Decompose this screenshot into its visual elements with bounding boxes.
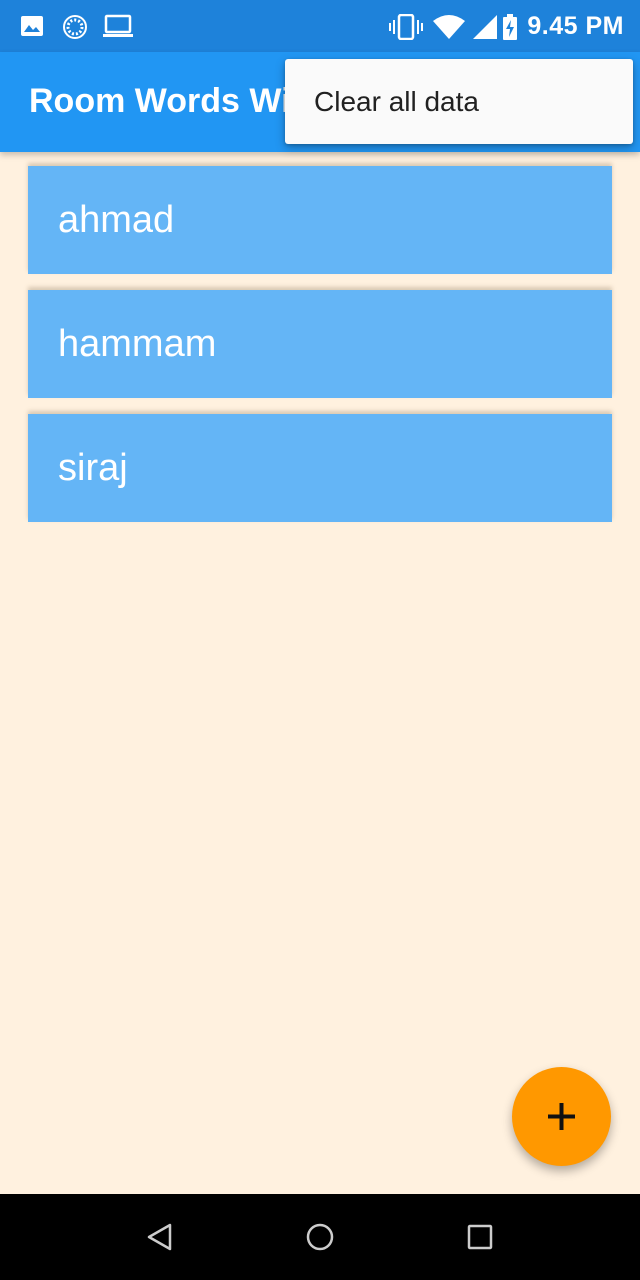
battery-charging-icon xyxy=(502,14,518,45)
plus-icon xyxy=(548,1103,575,1130)
recents-icon xyxy=(467,1224,493,1250)
add-word-button[interactable] xyxy=(512,1067,611,1166)
list-item[interactable]: siraj xyxy=(28,414,612,522)
status-bar: 9.45 PM xyxy=(0,0,640,52)
signal-icon xyxy=(472,14,498,45)
recents-button[interactable] xyxy=(455,1212,505,1262)
sync-icon xyxy=(62,14,88,45)
menu-item-clear-all-data[interactable]: Clear all data xyxy=(285,59,633,144)
overflow-menu: Clear all data xyxy=(285,59,633,144)
wifi-icon xyxy=(432,14,466,45)
word-text: siraj xyxy=(58,447,128,489)
home-button[interactable] xyxy=(295,1212,345,1262)
word-text: hammam xyxy=(58,323,217,365)
word-text: ahmad xyxy=(58,199,175,241)
list-item[interactable]: hammam xyxy=(28,290,612,398)
image-icon xyxy=(20,14,44,43)
back-button[interactable] xyxy=(135,1212,185,1262)
list-item[interactable]: ahmad xyxy=(28,166,612,274)
back-icon xyxy=(147,1223,172,1251)
vibrate-icon xyxy=(389,13,423,45)
home-icon xyxy=(306,1223,334,1251)
navigation-bar xyxy=(0,1194,640,1280)
status-time: 9.45 PM xyxy=(527,12,624,40)
app-title: Room Words With xyxy=(29,82,323,120)
laptop-icon xyxy=(102,14,134,43)
